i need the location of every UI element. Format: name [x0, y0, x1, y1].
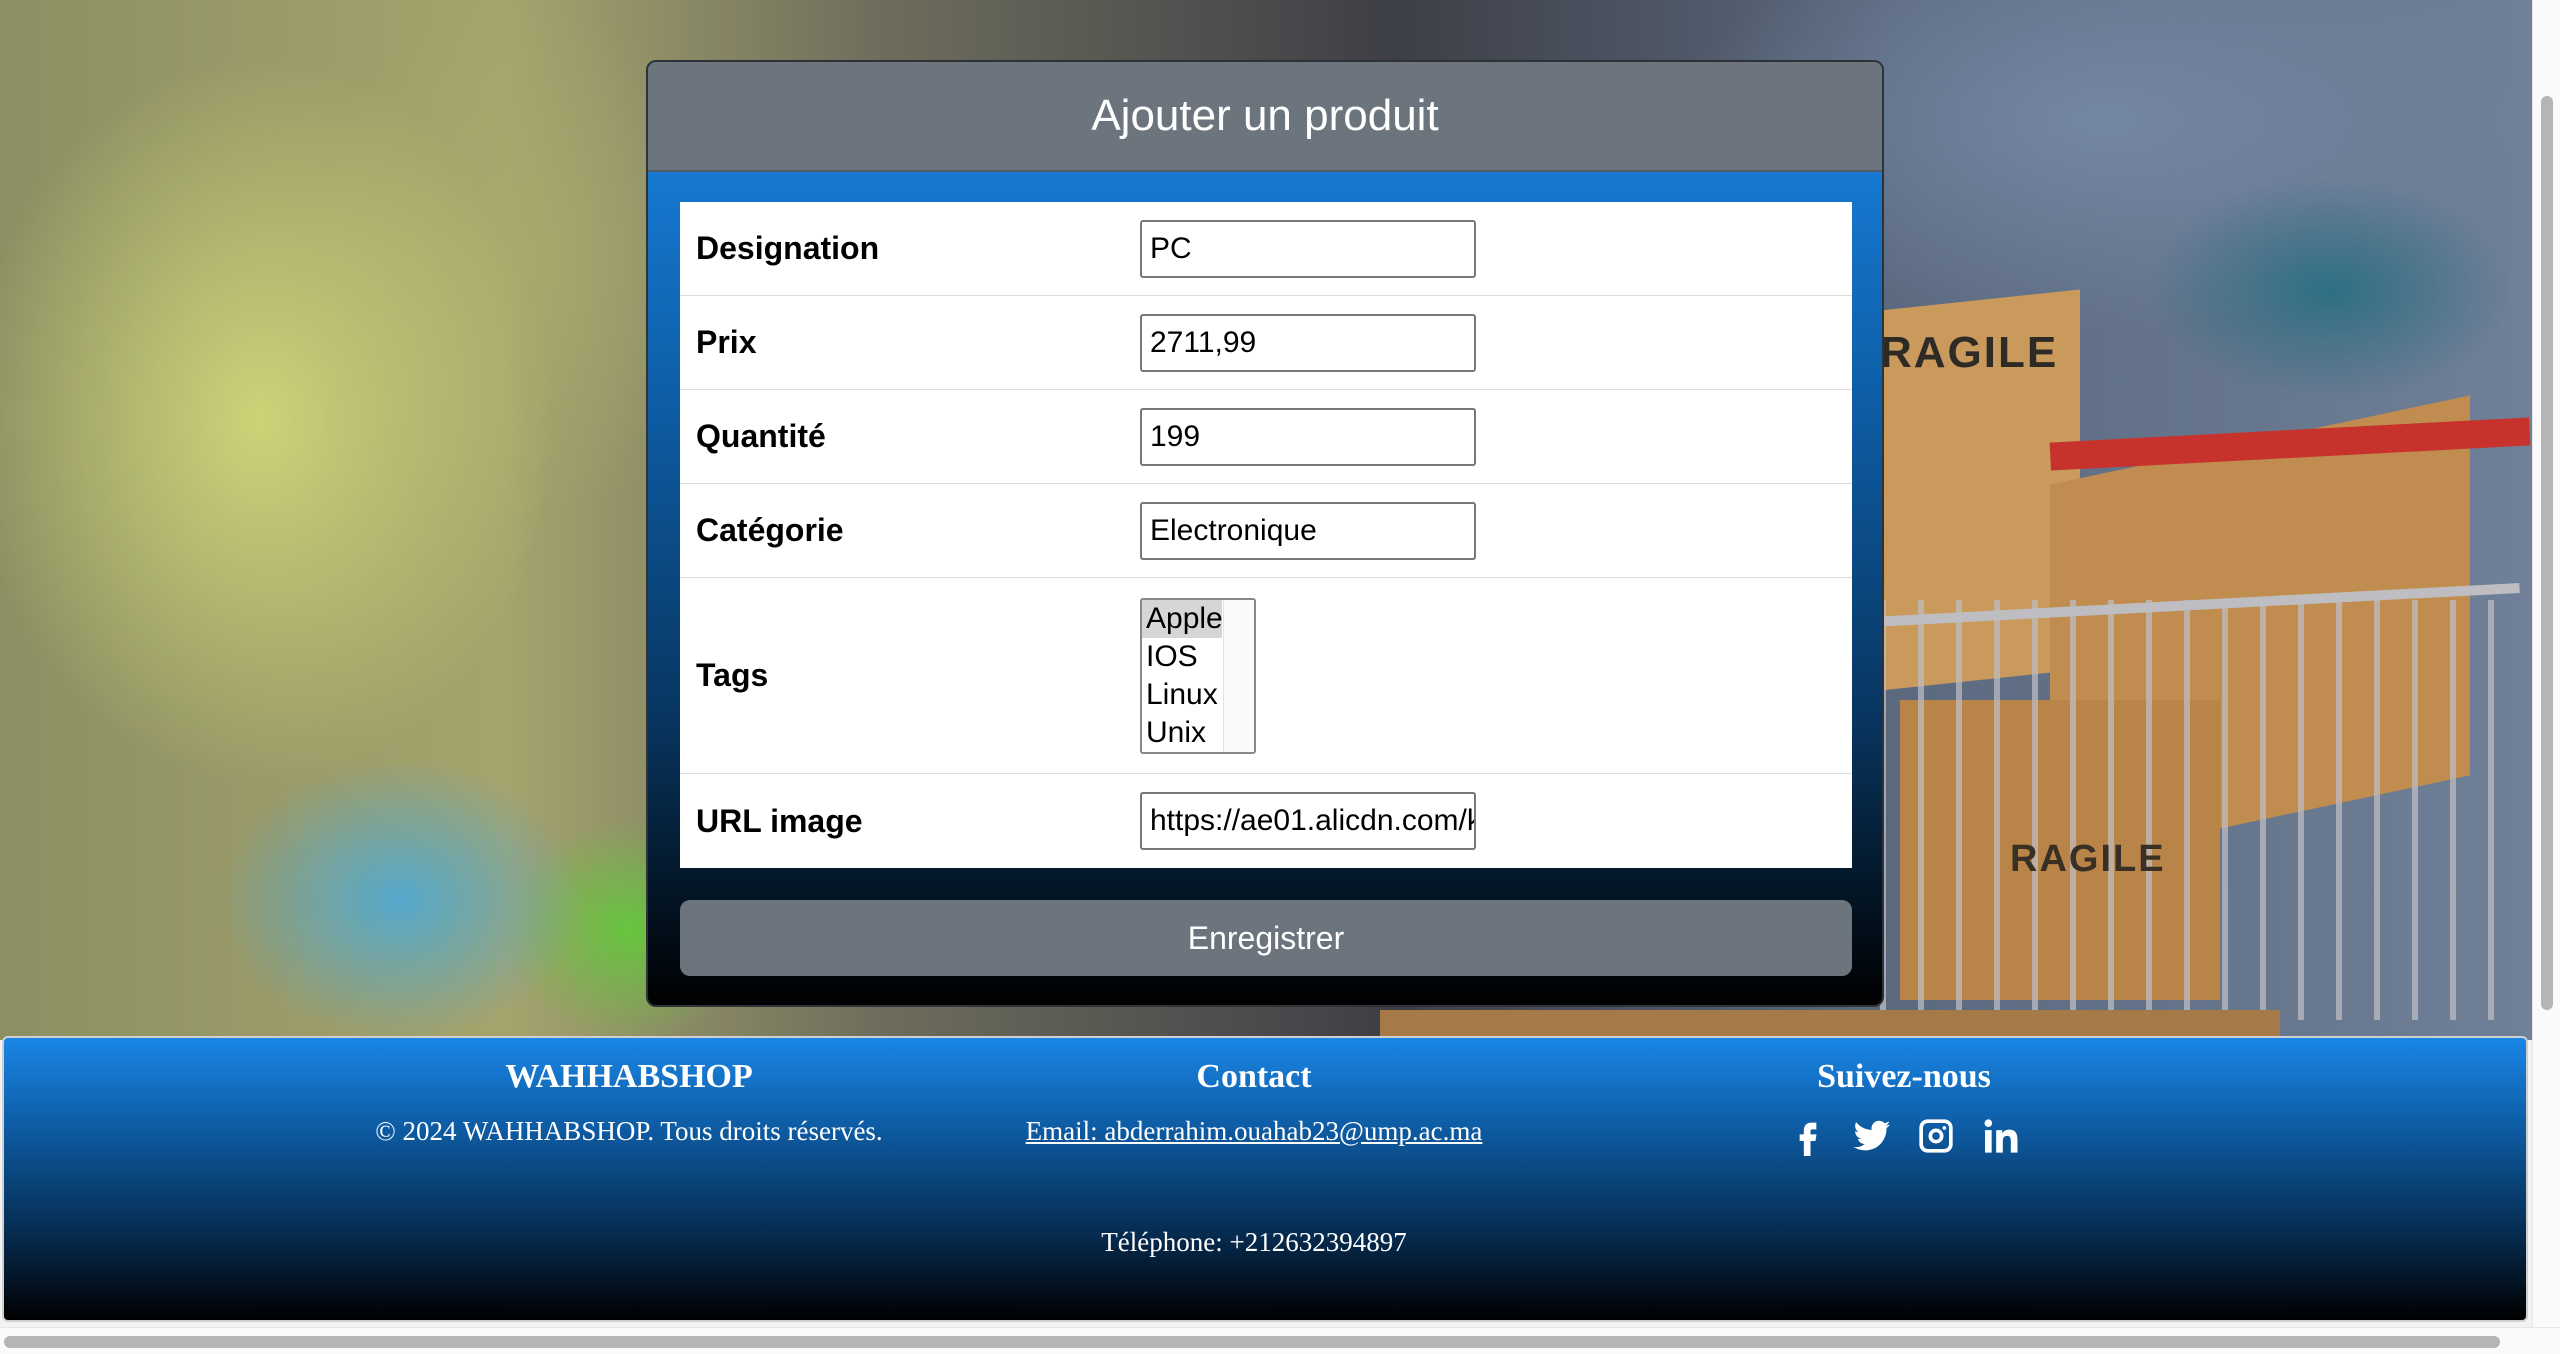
add-product-card: Ajouter un produit Designation PC Prix 2…	[646, 60, 1884, 1007]
tag-option-unix[interactable]: Unix	[1142, 714, 1222, 752]
tags-scrollbar[interactable]	[1223, 599, 1254, 752]
instagram-icon[interactable]	[1916, 1116, 1956, 1161]
twitter-icon[interactable]	[1852, 1116, 1892, 1161]
footer-social: Suivez-nous	[1704, 1058, 2104, 1161]
row-categorie: Catégorie Electronique	[680, 484, 1852, 578]
categorie-label: Catégorie	[696, 512, 844, 548]
save-button[interactable]: Enregistrer	[680, 900, 1852, 976]
shopping-cart	[1880, 600, 2500, 1020]
url-image-input[interactable]: https://ae01.alicdn.com/k	[1140, 792, 1476, 850]
row-quantite: Quantité 199	[680, 390, 1852, 484]
categorie-input[interactable]: Electronique	[1140, 501, 1476, 560]
footer-contact-title: Contact	[1196, 1058, 1312, 1095]
url-image-label: URL image	[696, 802, 863, 839]
footer-brand: WAHHABSHOP © 2024 WAHHABSHOP. Tous droit…	[304, 1058, 954, 1147]
footer-copyright: © 2024 WAHHABSHOP. Tous droits réservés.	[375, 1116, 883, 1146]
quantite-label: Quantité	[696, 418, 826, 454]
linkedin-icon[interactable]	[1980, 1116, 2020, 1161]
contact-email-link[interactable]: Email: abderrahim.ouahab23@ump.ac.ma	[1026, 1116, 1483, 1146]
box-lettering: RAGILE	[2010, 838, 2166, 880]
footer-brand-title: WAHHABSHOP	[505, 1058, 753, 1095]
horizontal-scroll-thumb[interactable]	[4, 1336, 2500, 1348]
horizontal-scrollbar[interactable]	[0, 1327, 2560, 1354]
vertical-scroll-thumb[interactable]	[2541, 96, 2553, 1010]
page-title: Ajouter un produit	[1091, 91, 1439, 140]
vertical-scrollbar[interactable]	[2532, 0, 2560, 1328]
box-lettering: RAGILE	[1880, 328, 2059, 377]
designation-input[interactable]: PC	[1140, 219, 1476, 278]
row-designation: Designation PC	[680, 202, 1852, 296]
footer-social-title: Suivez-nous	[1817, 1058, 1991, 1095]
prix-label: Prix	[696, 324, 757, 360]
facebook-icon[interactable]	[1788, 1116, 1828, 1161]
product-form-table: Designation PC Prix 2711,99 Quantité 199…	[680, 202, 1852, 868]
row-url-image: URL image https://ae01.alicdn.com/k	[680, 774, 1852, 868]
card-header: Ajouter un produit	[648, 62, 1882, 172]
contact-phone: Téléphone: +212632394897	[1101, 1227, 1407, 1257]
tags-label: Tags	[696, 657, 769, 693]
row-tags: Tags Apple IOS Linux Unix	[680, 578, 1852, 774]
tags-multiselect[interactable]: Apple IOS Linux Unix	[1140, 597, 1256, 754]
row-prix: Prix 2711,99	[680, 296, 1852, 390]
tag-option-linux[interactable]: Linux	[1142, 676, 1222, 714]
tag-option-ios[interactable]: IOS	[1142, 638, 1222, 676]
footer-contact: Contact Email: abderrahim.ouahab23@ump.a…	[964, 1058, 1544, 1258]
quantite-input[interactable]: 199	[1140, 407, 1476, 466]
site-footer: WAHHABSHOP © 2024 WAHHABSHOP. Tous droit…	[2, 1036, 2528, 1322]
designation-label: Designation	[696, 230, 880, 266]
social-icons	[1704, 1116, 2104, 1161]
tag-option-apple[interactable]: Apple	[1142, 599, 1223, 638]
prix-input[interactable]: 2711,99	[1140, 313, 1476, 372]
